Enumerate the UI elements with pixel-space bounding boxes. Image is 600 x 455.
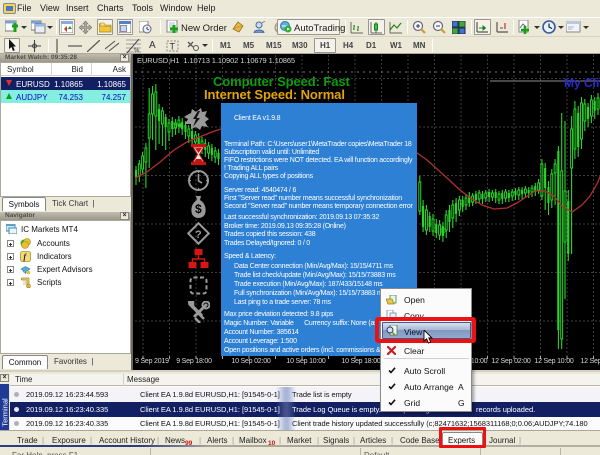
svg-text:T: T <box>170 42 176 52</box>
svg-text:?: ? <box>195 229 202 241</box>
svg-text:$: $ <box>195 202 202 216</box>
